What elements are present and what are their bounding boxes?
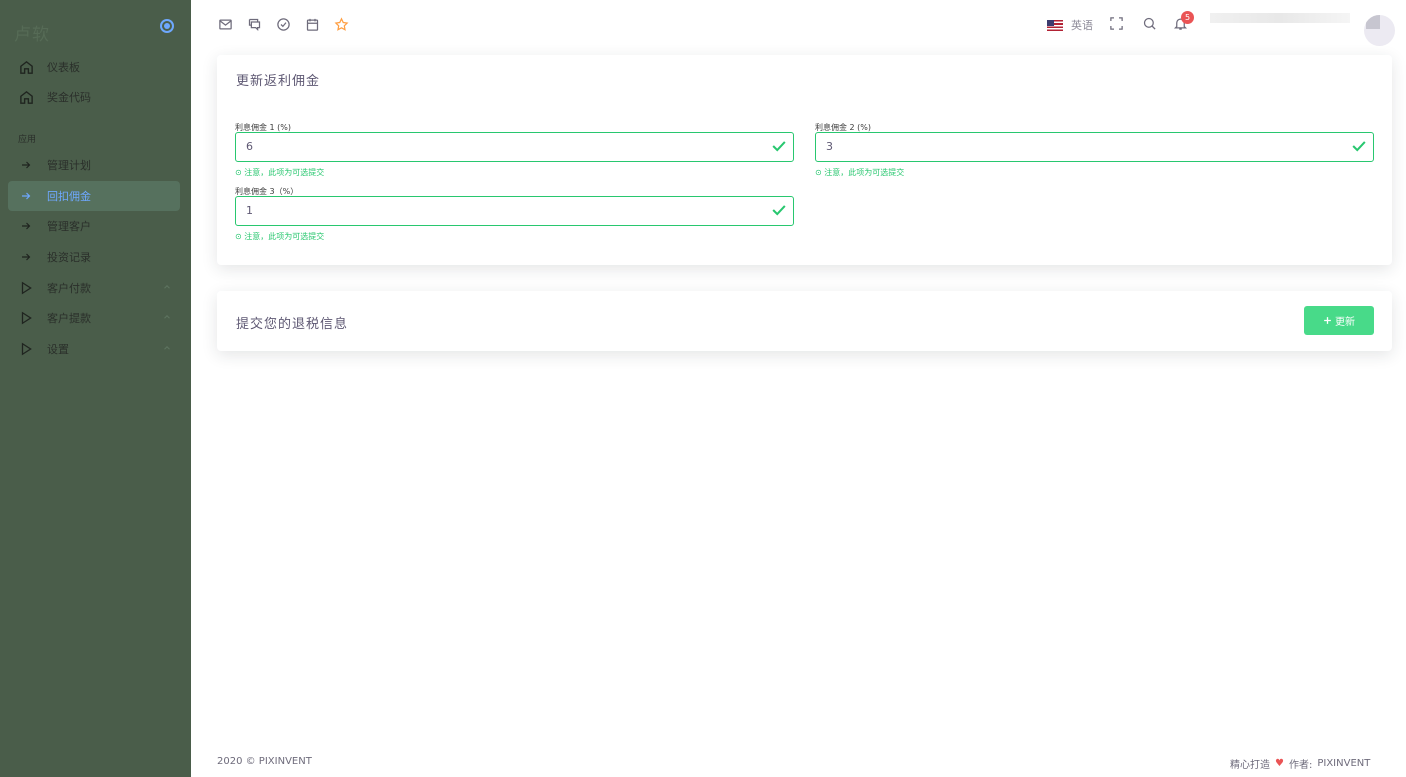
search-icon[interactable] (1142, 16, 1159, 33)
arrow-right-icon (18, 218, 34, 234)
us-flag-icon (1047, 19, 1063, 31)
chevron-up-icon (164, 346, 170, 350)
commission-1-hint: ⊙ 注意，此项为可选提交 (235, 168, 325, 177)
sidebar-item-manage-customers[interactable]: 管理客户 (8, 211, 180, 241)
footer-copyright: 2020 © PIXINVENT (217, 756, 312, 767)
language-label: 英语 (1071, 19, 1093, 32)
footer-author-label: 作者: (1288, 760, 1313, 771)
sidebar-item-label: 设置 (47, 343, 69, 356)
play-icon (18, 280, 34, 296)
card-title: 更新返利佣金 (236, 74, 321, 89)
play-icon (18, 341, 34, 357)
sidebar-collapse-toggle-icon[interactable] (160, 19, 174, 33)
brand-logo[interactable]: 卢软 (14, 20, 50, 45)
check-icon (772, 141, 786, 152)
sidebar-item-label: 回扣佣金 (47, 190, 91, 203)
language-selector[interactable]: 英语 (1047, 17, 1093, 33)
topbar-shortcuts (217, 16, 350, 33)
sidebar-item-label: 奖金代码 (47, 91, 91, 104)
arrow-right-icon (18, 157, 34, 173)
check-icon (1352, 141, 1366, 152)
sidebar-item-rebate-commission[interactable]: 回扣佣金 (8, 181, 180, 211)
update-button-label: 更新 (1335, 317, 1355, 328)
rebate-commission-form-card: 更新返利佣金 利息佣金 1 (%) 6 ⊙ 注意，此项为可选提交 利息佣金 2 … (217, 55, 1392, 265)
avatar[interactable] (1364, 15, 1395, 46)
update-button[interactable]: 更新 (1304, 306, 1374, 335)
check-icon (772, 205, 786, 216)
sidebar-item-settings[interactable]: 设置 (8, 334, 180, 364)
check-circle-icon[interactable] (275, 16, 292, 33)
sidebar-item-label: 客户付款 (47, 282, 91, 295)
plus-icon (1324, 317, 1331, 324)
arrow-right-icon (18, 188, 34, 204)
sidebar-item-label: 投资记录 (47, 251, 91, 264)
calendar-icon[interactable] (304, 16, 321, 33)
commission-2-input[interactable]: 3 (815, 132, 1374, 162)
user-name-blurred[interactable] (1210, 13, 1350, 23)
sidebar-item-customer-withdrawals[interactable]: 客户提款 (8, 303, 180, 333)
sidebar-item-label: 客户提款 (47, 312, 91, 325)
chevron-up-icon (164, 285, 170, 289)
play-icon (18, 310, 34, 326)
sidebar-item-label: 管理计划 (47, 159, 91, 172)
sidebar-item-investment-records[interactable]: 投资记录 (8, 242, 180, 272)
star-icon[interactable] (333, 16, 350, 33)
sidebar-item-customer-payments[interactable]: 客户付款 (8, 273, 180, 303)
home-icon (18, 59, 34, 75)
sidebar-item-bonus-code[interactable]: 奖金代码 (8, 82, 180, 112)
fullscreen-icon[interactable] (1109, 16, 1126, 33)
footer-author[interactable]: PIXINVENT (1317, 758, 1370, 769)
commission-2-hint: ⊙ 注意，此项为可选提交 (815, 168, 905, 177)
sidebar-item-label: 管理客户 (47, 220, 91, 233)
chat-icon[interactable] (246, 16, 263, 33)
chevron-up-icon (164, 315, 170, 319)
footer-made-with: 精心打造 (1230, 760, 1270, 771)
submit-card: 提交您的退税信息 更新 (217, 291, 1392, 351)
sidebar-section-label: 应用 (18, 135, 37, 145)
home-icon (18, 89, 34, 105)
heart-icon: ♥ (1275, 758, 1284, 769)
sidebar-item-label: 仪表板 (47, 61, 80, 74)
notification-badge: 5 (1181, 11, 1194, 24)
sidebar-item-dashboard[interactable]: 仪表板 (8, 52, 180, 82)
commission-3-hint: ⊙ 注意，此项为可选提交 (235, 232, 325, 241)
commission-3-input[interactable]: 1 (235, 196, 794, 226)
card-title: 提交您的退税信息 (236, 317, 349, 332)
sidebar-item-manage-plans[interactable]: 管理计划 (8, 150, 180, 180)
mail-icon[interactable] (217, 16, 234, 33)
footer-credits: 精心打造 ♥ 作者: PIXINVENT (1230, 756, 1370, 771)
commission-1-input[interactable]: 6 (235, 132, 794, 162)
sidebar: 卢软 仪表板 奖金代码 应用 管理计划 回扣佣金 管理客户 投资记录 客户付款 … (0, 0, 191, 777)
arrow-right-icon (18, 249, 34, 265)
